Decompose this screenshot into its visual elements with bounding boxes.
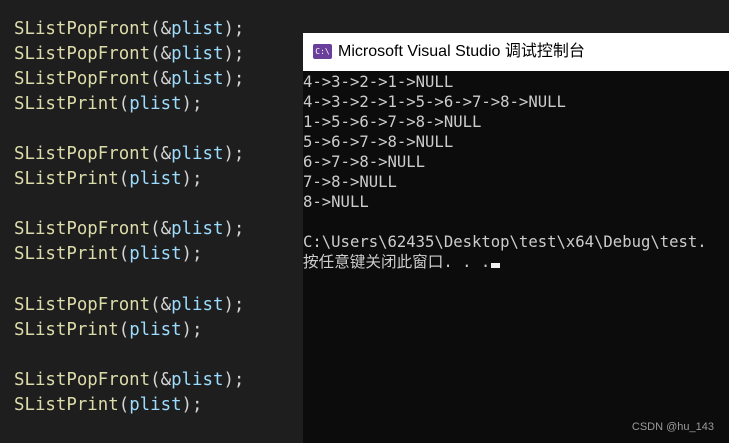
- function-name: SListPopFront: [14, 219, 151, 239]
- console-output-line: 5->6->7->8->NULL: [303, 133, 454, 151]
- open-paren: (&: [150, 219, 172, 239]
- text-cursor: [491, 263, 501, 268]
- close-paren: );: [223, 219, 245, 239]
- argument: plist: [171, 69, 224, 89]
- open-paren: (: [118, 320, 130, 340]
- code-line: SListPrint(plist);: [14, 167, 203, 192]
- console-output-line: 4->3->2->1->NULL: [303, 73, 454, 91]
- close-paren: );: [181, 395, 203, 415]
- watermark: CSDN @hu_143: [631, 421, 714, 433]
- argument: plist: [171, 144, 224, 164]
- screenshot: SListPopFront(&plist); SListPopFront(&pl…: [0, 0, 729, 443]
- console-output-line: 7->8->NULL: [303, 173, 397, 191]
- console-path-line: C:\Users\62435\Desktop\test\x64\Debug\te…: [303, 233, 707, 251]
- argument: plist: [129, 244, 182, 264]
- close-paren: );: [223, 44, 245, 64]
- close-paren: );: [181, 244, 203, 264]
- code-line: SListPrint(plist);: [14, 393, 203, 418]
- close-paren: );: [181, 169, 203, 189]
- code-line: SListPopFront(&plist);: [14, 42, 244, 67]
- open-paren: (&: [150, 19, 172, 39]
- code-line: SListPrint(plist);: [14, 242, 203, 267]
- code-editor[interactable]: SListPopFront(&plist); SListPopFront(&pl…: [0, 0, 303, 443]
- function-name: SListPrint: [14, 244, 119, 264]
- argument: plist: [171, 44, 224, 64]
- argument: plist: [171, 219, 224, 239]
- code-line: SListPrint(plist);: [14, 92, 203, 117]
- function-name: SListPrint: [14, 395, 119, 415]
- open-paren: (&: [150, 370, 172, 390]
- code-line: SListPopFront(&plist);: [14, 17, 244, 42]
- console-app-icon: C:\: [313, 44, 332, 59]
- argument: plist: [171, 370, 224, 390]
- console-output-line: 4->3->2->1->5->6->7->8->NULL: [303, 93, 566, 111]
- close-paren: );: [181, 94, 203, 114]
- close-paren: );: [223, 19, 245, 39]
- argument: plist: [171, 295, 224, 315]
- code-line: SListPopFront(&plist);: [14, 217, 244, 242]
- open-paren: (&: [150, 44, 172, 64]
- console-output-line: 8->NULL: [303, 193, 369, 211]
- code-line: SListPopFront(&plist);: [14, 368, 244, 393]
- function-name: SListPrint: [14, 94, 119, 114]
- close-paren: );: [223, 295, 245, 315]
- code-line: SListPopFront(&plist);: [14, 67, 244, 92]
- argument: plist: [129, 395, 182, 415]
- console-prompt-line: 按任意键关闭此窗口. . .: [303, 252, 501, 272]
- console-prompt-text: 按任意键关闭此窗口. . .: [303, 253, 491, 271]
- argument: plist: [129, 169, 182, 189]
- open-paren: (: [118, 244, 130, 264]
- function-name: SListPopFront: [14, 295, 151, 315]
- console-output-line: 6->7->8->NULL: [303, 153, 426, 171]
- console-title-bar[interactable]: C:\ Microsoft Visual Studio 调试控制台: [303, 33, 729, 71]
- code-line: SListPrint(plist);: [14, 318, 203, 343]
- close-paren: );: [223, 370, 245, 390]
- function-name: SListPopFront: [14, 144, 151, 164]
- open-paren: (: [118, 395, 130, 415]
- function-name: SListPopFront: [14, 69, 151, 89]
- open-paren: (&: [150, 144, 172, 164]
- code-line: SListPopFront(&plist);: [14, 142, 244, 167]
- function-name: SListPrint: [14, 169, 119, 189]
- open-paren: (&: [150, 295, 172, 315]
- code-line: SListPopFront(&plist);: [14, 293, 244, 318]
- function-name: SListPrint: [14, 320, 119, 340]
- close-paren: );: [223, 69, 245, 89]
- console-output-line: 1->5->6->7->8->NULL: [303, 113, 482, 131]
- function-name: SListPopFront: [14, 19, 151, 39]
- function-name: SListPopFront: [14, 44, 151, 64]
- open-paren: (: [118, 169, 130, 189]
- argument: plist: [129, 320, 182, 340]
- debug-console-window[interactable]: C:\ Microsoft Visual Studio 调试控制台 4->3->…: [303, 33, 729, 443]
- close-paren: );: [223, 144, 245, 164]
- open-paren: (&: [150, 69, 172, 89]
- open-paren: (: [118, 94, 130, 114]
- function-name: SListPopFront: [14, 370, 151, 390]
- console-window-title: Microsoft Visual Studio 调试控制台: [338, 43, 585, 60]
- argument: plist: [171, 19, 224, 39]
- close-paren: );: [181, 320, 203, 340]
- argument: plist: [129, 94, 182, 114]
